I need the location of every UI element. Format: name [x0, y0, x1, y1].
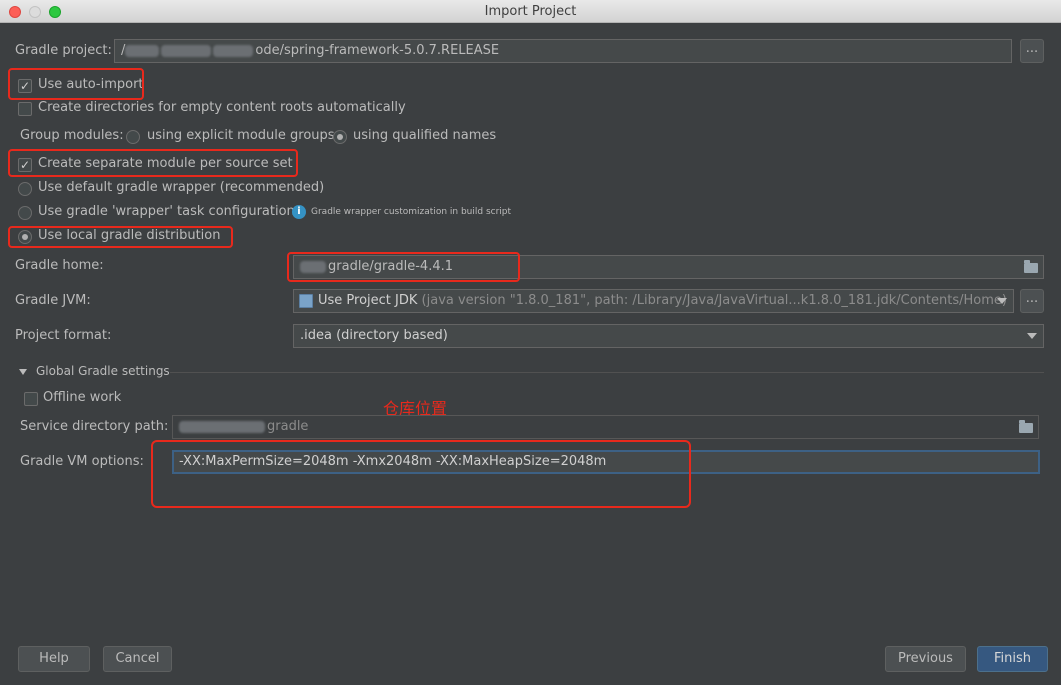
gradle-jvm-value: Use Project JDK	[318, 293, 418, 308]
vm-options-label: Gradle VM options:	[20, 454, 144, 469]
gradle-jvm-detail: (java version "1.8.0_181", path: /Librar…	[421, 293, 1007, 308]
offline-label[interactable]: Offline work	[43, 390, 121, 405]
global-settings-header[interactable]: Global Gradle settings	[36, 364, 170, 378]
folder-icon[interactable]	[1024, 260, 1038, 273]
window-title: Import Project	[484, 4, 577, 19]
highlight-box	[8, 226, 233, 248]
redacted-block	[213, 44, 254, 57]
separator	[170, 372, 1044, 373]
finish-button[interactable]: Finish	[977, 646, 1048, 672]
help-button[interactable]: Help	[18, 646, 90, 672]
chevron-down-icon[interactable]	[997, 298, 1007, 304]
service-dir-value: gradle	[267, 419, 309, 434]
project-format-combo[interactable]: .idea (directory based)	[293, 324, 1044, 348]
create-dirs-label[interactable]: Create directories for empty content roo…	[38, 100, 406, 115]
cancel-button[interactable]: Cancel	[103, 646, 172, 672]
folder-icon[interactable]	[1019, 420, 1033, 433]
gradle-project-field[interactable]: / ode/spring-framework-5.0.7.RELEASE	[114, 39, 1012, 63]
gradle-jvm-label: Gradle JVM:	[15, 293, 91, 308]
wrapper-task-label[interactable]: Use gradle 'wrapper' task configuration	[38, 204, 295, 219]
redacted-block	[161, 44, 212, 57]
service-dir-field[interactable]: gradle	[172, 415, 1039, 439]
highlight-box	[8, 68, 144, 100]
redacted-block	[125, 44, 160, 57]
info-icon: i	[292, 205, 306, 219]
group-explicit-label[interactable]: using explicit module groups	[147, 128, 335, 143]
group-explicit-radio[interactable]	[126, 130, 140, 144]
wrapper-task-radio[interactable]	[18, 206, 32, 220]
gradle-project-label: Gradle project:	[15, 43, 112, 58]
previous-button[interactable]: Previous	[885, 646, 966, 672]
group-qualified-label[interactable]: using qualified names	[353, 128, 496, 143]
offline-checkbox[interactable]	[24, 392, 38, 406]
redacted-block	[179, 420, 265, 433]
highlight-box	[8, 149, 298, 177]
gradle-project-path: ode/spring-framework-5.0.7.RELEASE	[255, 43, 500, 58]
highlight-box	[151, 440, 691, 508]
highlight-box	[287, 252, 520, 282]
gradle-project-browse-button[interactable]: ...	[1020, 39, 1044, 63]
create-dirs-checkbox[interactable]	[18, 102, 32, 116]
group-modules-label: Group modules:	[20, 128, 124, 143]
title-bar: Import Project	[0, 0, 1061, 23]
service-dir-label: Service directory path:	[20, 419, 169, 434]
group-qualified-radio[interactable]	[333, 130, 347, 144]
default-wrapper-label[interactable]: Use default gradle wrapper (recommended)	[38, 180, 324, 195]
wrapper-hint: Gradle wrapper customization in build sc…	[311, 207, 512, 217]
chevron-down-icon[interactable]	[1027, 333, 1037, 339]
project-format-label: Project format:	[15, 328, 112, 343]
gradle-home-label: Gradle home:	[15, 258, 104, 273]
gradle-jvm-browse-button[interactable]: ...	[1020, 289, 1044, 313]
jdk-folder-icon	[299, 294, 313, 308]
collapse-triangle-icon[interactable]	[19, 369, 27, 375]
gradle-jvm-combo[interactable]: Use Project JDK (java version "1.8.0_181…	[293, 289, 1014, 313]
default-wrapper-radio[interactable]	[18, 182, 32, 196]
project-format-value: .idea (directory based)	[300, 328, 448, 343]
